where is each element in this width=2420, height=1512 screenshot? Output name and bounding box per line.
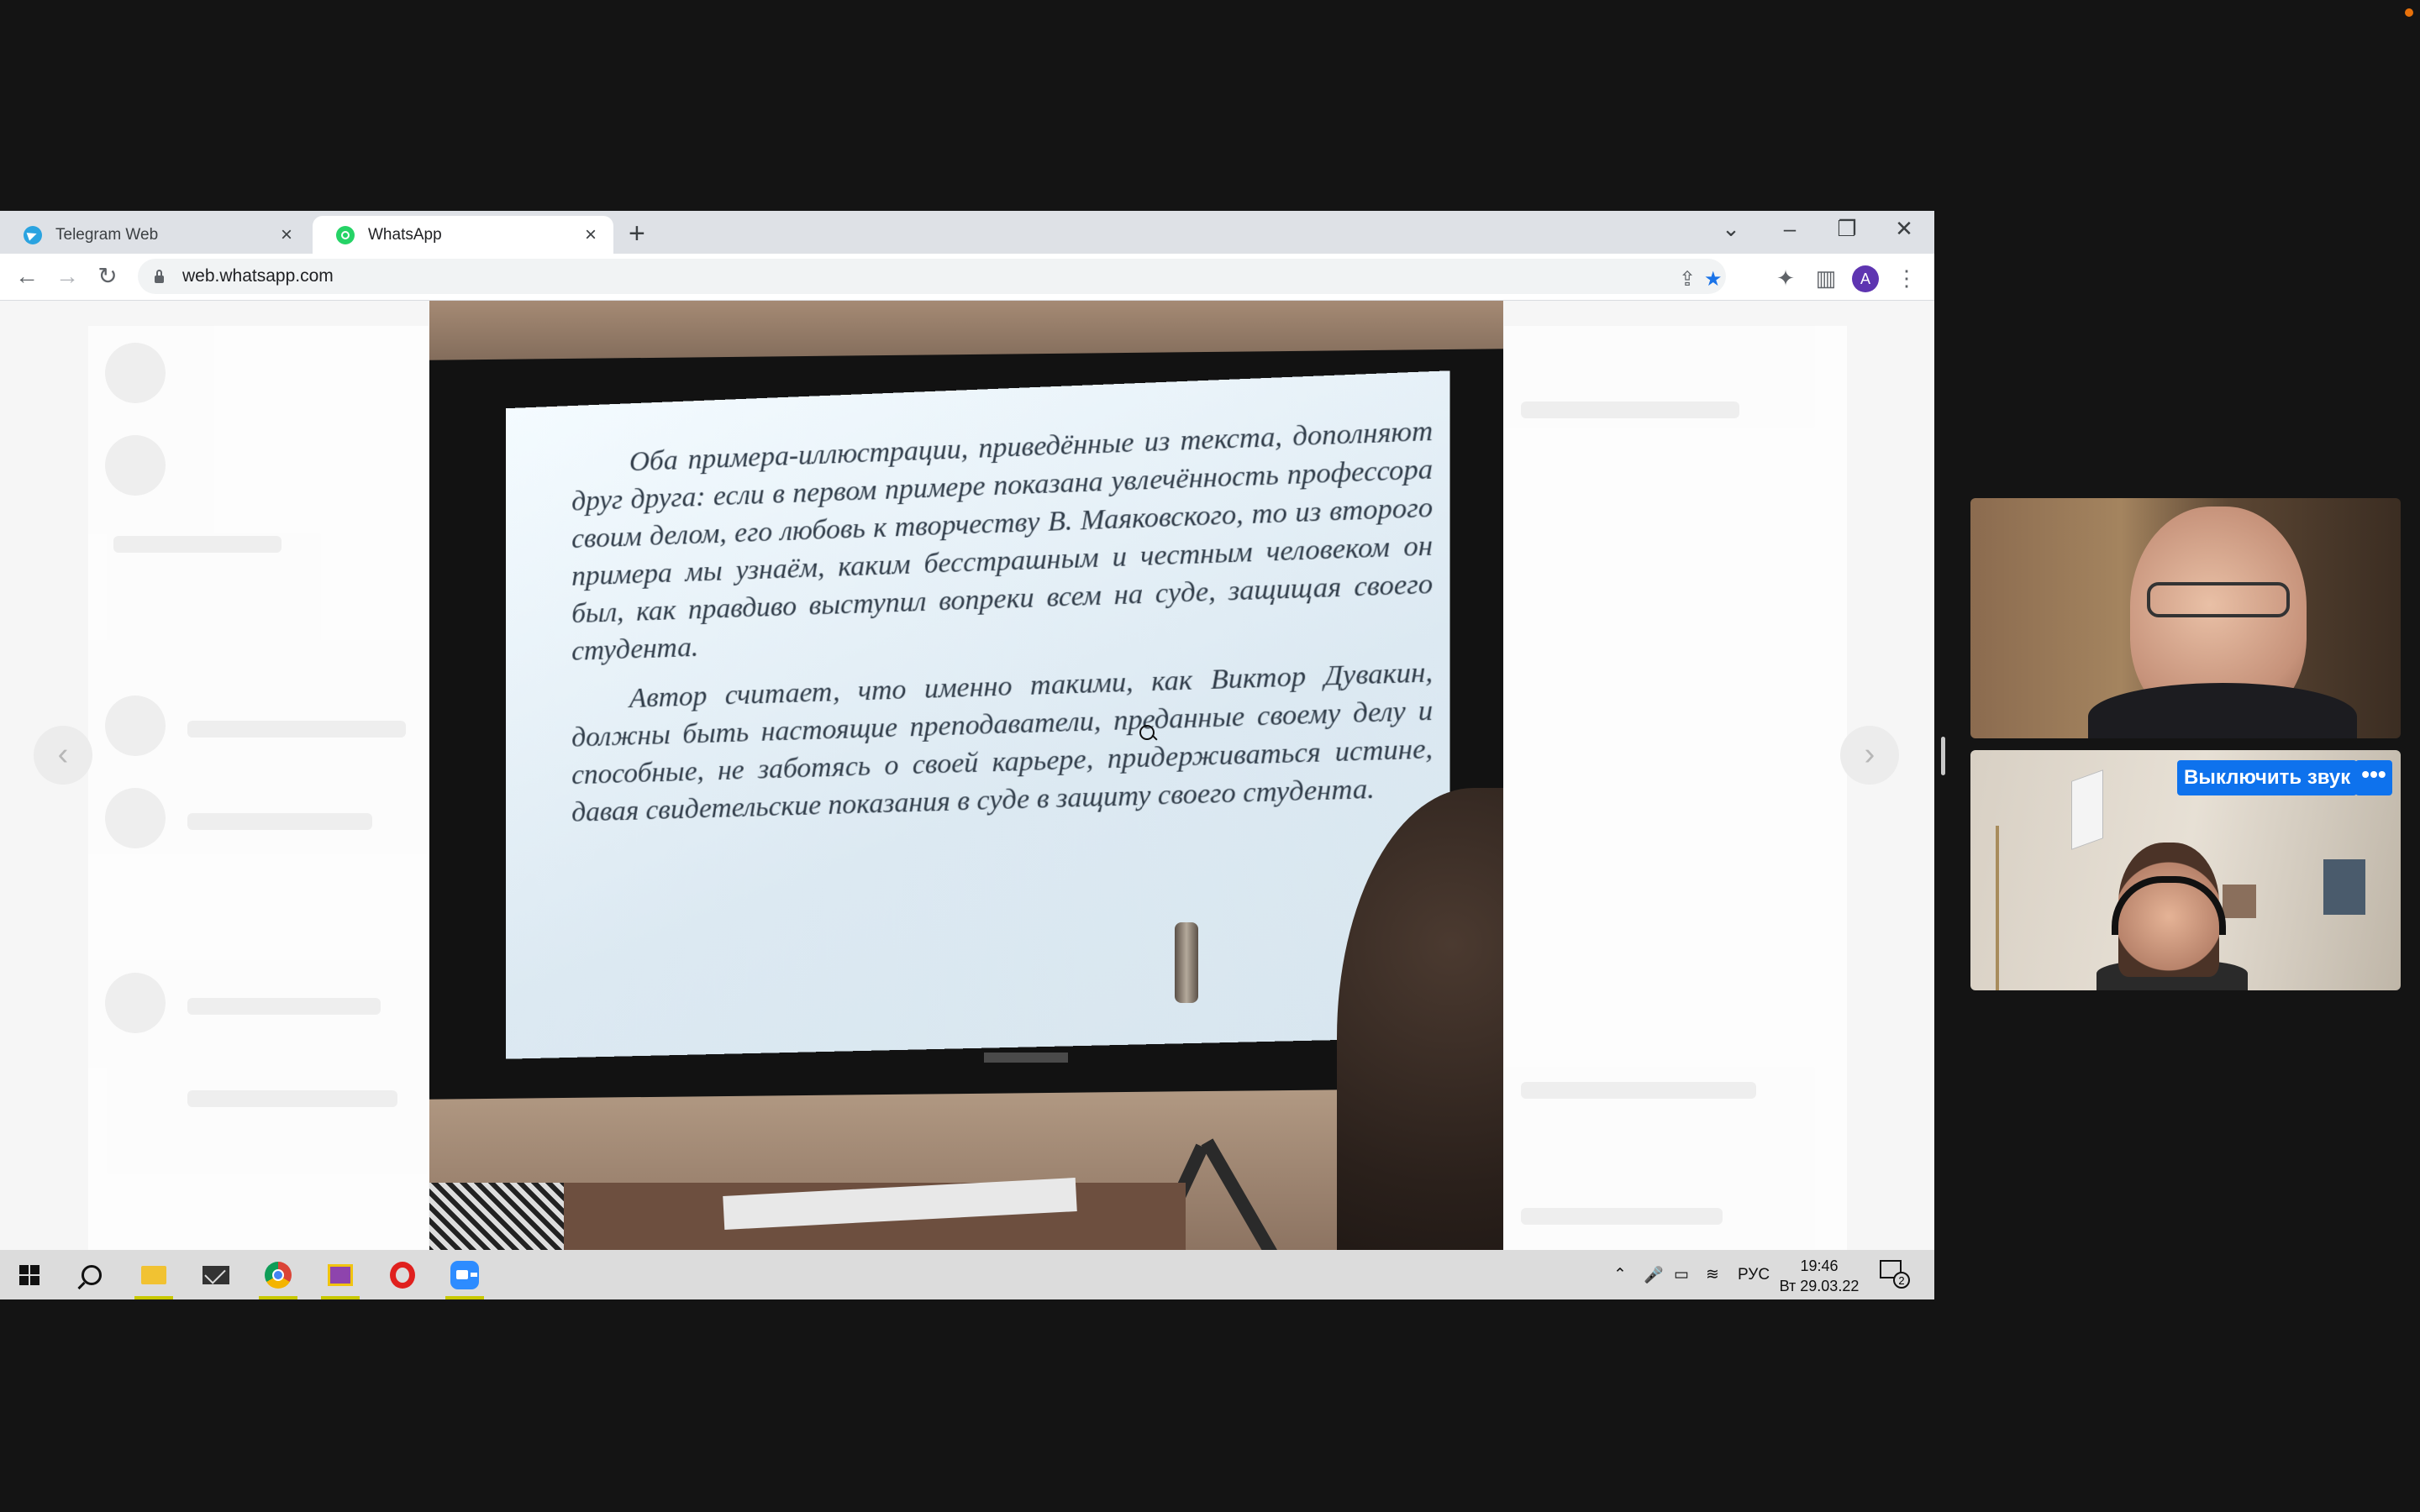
close-icon[interactable]: × — [276, 223, 297, 247]
participant-video-2[interactable]: Выключить звук ••• — [1970, 750, 2401, 990]
back-button[interactable]: ← — [12, 262, 42, 291]
mail-icon[interactable] — [187, 1250, 245, 1299]
search-icon[interactable] — [62, 1250, 121, 1299]
wifi-icon[interactable]: ≋ — [1706, 1250, 1719, 1299]
mute-button[interactable]: Выключить звук — [2177, 760, 2358, 795]
tab-telegram[interactable]: Telegram Web × — [0, 216, 309, 254]
tab-whatsapp[interactable]: WhatsApp × — [313, 216, 613, 254]
chat-pane-background — [1504, 326, 1847, 1250]
more-options-button[interactable]: ••• — [2355, 760, 2392, 795]
browser-tab-strip: Telegram Web × WhatsApp × + ⌄ – ❐ ✕ — [0, 211, 1934, 254]
status-indicator — [2405, 8, 2413, 17]
chat-list-background — [88, 326, 429, 1250]
file-explorer-icon[interactable] — [124, 1250, 183, 1299]
telegram-icon — [24, 225, 42, 244]
slide: Оба примера-иллюстрации, приведённые из … — [506, 370, 1450, 1059]
reload-button[interactable]: ↻ — [92, 262, 123, 291]
tab-title: WhatsApp — [368, 225, 442, 244]
tab-title: Telegram Web — [55, 225, 159, 244]
panel-resize-handle[interactable] — [1941, 737, 1945, 775]
new-tab-button[interactable]: + — [629, 219, 645, 248]
photo-of-presentation-screen: Оба примера-иллюстрации, приведённые из … — [429, 301, 1503, 1250]
close-window-button[interactable]: ✕ — [1887, 216, 1921, 242]
minimize-button[interactable]: – — [1773, 216, 1807, 242]
notification-center-icon[interactable]: 2 — [1880, 1260, 1910, 1289]
tab-search-icon[interactable]: ⌄ — [1714, 216, 1748, 242]
close-icon[interactable]: × — [580, 223, 602, 247]
zoom-icon[interactable] — [435, 1250, 494, 1299]
windows-start-icon[interactable] — [0, 1250, 59, 1299]
bookmark-star-icon[interactable]: ★ — [1704, 267, 1723, 291]
clock-time: 19:46 — [1800, 1257, 1839, 1274]
windows-taskbar: ⌃ 🎤 ▭ ≋ РУС 19:46 Вт 29.03.22 2 — [0, 1250, 1934, 1299]
shared-screen: Telegram Web × WhatsApp × + ⌄ – ❐ ✕ ← → … — [0, 211, 1934, 1299]
opera-icon[interactable] — [373, 1250, 432, 1299]
microphone-object — [1175, 922, 1198, 1003]
forward-button[interactable]: → — [52, 262, 82, 291]
previous-media-button[interactable]: ‹ — [34, 726, 92, 785]
menu-icon[interactable]: ⋮ — [1892, 265, 1921, 291]
participant-video-1[interactable] — [1970, 498, 2401, 738]
whatsapp-icon — [336, 225, 355, 244]
profile-avatar[interactable]: A — [1852, 265, 1879, 292]
language-indicator[interactable]: РУС — [1738, 1250, 1770, 1299]
browser-toolbar: ← → ↻ web.whatsapp.com ⇪ ★ ✦ ▥ A ⋮ — [0, 254, 1934, 301]
extensions-icon[interactable]: ✦ — [1771, 265, 1800, 291]
clock-date: Вт 29.03.22 — [1779, 1278, 1860, 1294]
microphone-icon[interactable]: 🎤 — [1644, 1250, 1664, 1299]
whatsapp-media-viewer: ‹ › Оба примера-иллюстрации, приведённые… — [0, 301, 1934, 1250]
slide-paragraph: Оба примера-иллюстрации, приведённые из … — [571, 415, 1434, 667]
winrar-icon[interactable] — [311, 1250, 370, 1299]
slide-paragraph: Автор считает, что именно такими, как Ви… — [571, 657, 1434, 828]
side-panel-icon[interactable]: ▥ — [1812, 265, 1840, 291]
lock-icon — [155, 269, 164, 283]
share-icon[interactable]: ⇪ — [1679, 267, 1696, 291]
address-bar[interactable]: web.whatsapp.com ⇪ ★ — [138, 259, 1726, 294]
chrome-icon[interactable] — [249, 1250, 308, 1299]
clock[interactable]: 19:46 Вт 29.03.22 — [1773, 1256, 1865, 1296]
restore-button[interactable]: ❐ — [1830, 216, 1864, 242]
notification-count: 2 — [1893, 1272, 1910, 1289]
battery-icon[interactable]: ▭ — [1674, 1250, 1689, 1299]
monitor-logo — [984, 1053, 1068, 1063]
next-media-button[interactable]: › — [1840, 726, 1899, 785]
zoom-cursor-icon — [1139, 725, 1155, 740]
url-text: web.whatsapp.com — [182, 266, 334, 286]
tray-overflow-icon[interactable]: ⌃ — [1613, 1250, 1627, 1299]
